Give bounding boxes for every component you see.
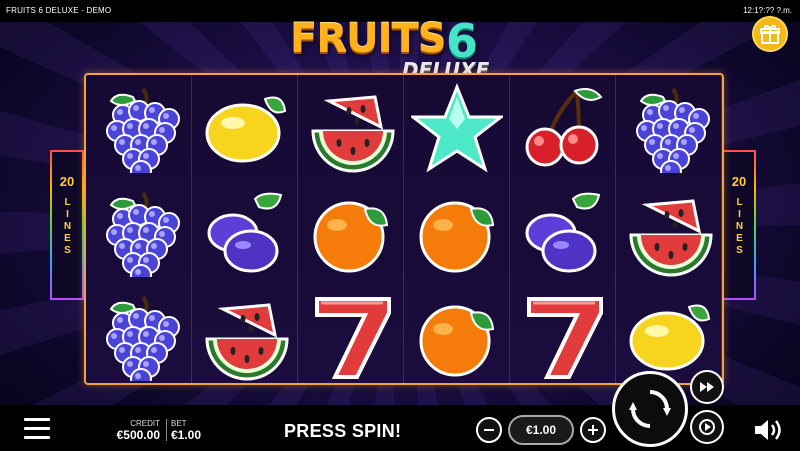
grapes-icon <box>106 87 180 173</box>
credit-display: CREDIT €500.00 <box>100 419 160 442</box>
reel-cell <box>298 75 404 179</box>
orange-icon <box>313 201 389 273</box>
minus-icon <box>484 429 494 431</box>
plus-icon <box>588 425 598 435</box>
reel-cell <box>192 75 298 179</box>
paylines-indicator-left: 20 LINES <box>50 150 84 300</box>
bet-selector[interactable]: €1.00 <box>508 415 574 445</box>
reel-4 <box>404 75 510 383</box>
window-title: FRUITS 6 DELUXE - DEMO <box>6 6 112 15</box>
bet-display: BET €1.00 <box>171 419 201 442</box>
spin-arrows-icon <box>629 390 671 428</box>
reel-3 <box>298 75 404 383</box>
hamburger-menu-icon[interactable] <box>24 418 50 442</box>
reel-cell <box>616 179 722 283</box>
bet-label: BET <box>171 419 187 428</box>
reel-cell <box>616 75 722 179</box>
reel-cell <box>298 283 404 387</box>
paylines-label: LINES <box>734 197 745 257</box>
fast-forward-button[interactable] <box>690 370 724 404</box>
reel-cell <box>510 283 616 387</box>
grapes-icon <box>106 295 180 381</box>
autoplay-icon <box>699 419 715 435</box>
reel-cell <box>86 179 192 283</box>
reel-1 <box>86 75 192 383</box>
speaker-icon[interactable] <box>752 417 786 443</box>
paylines-count: 20 <box>731 174 747 189</box>
bet-decrease-button[interactable] <box>476 417 502 443</box>
reel-cell <box>86 75 192 179</box>
star-icon <box>411 82 503 173</box>
grapes-icon <box>636 87 710 173</box>
bet-increase-button[interactable] <box>580 417 606 443</box>
orange-icon <box>419 201 495 273</box>
gift-glyph <box>760 25 780 44</box>
credit-label: CREDIT <box>130 419 160 428</box>
gift-icon[interactable] <box>752 16 788 52</box>
paylines-label: LINES <box>62 197 73 257</box>
fast-forward-icon <box>700 382 714 392</box>
credit-value: €500.00 <box>116 428 160 442</box>
menu-line <box>24 436 50 439</box>
menu-line <box>24 418 50 421</box>
reel-6 <box>616 75 722 383</box>
reel-cell <box>510 179 616 283</box>
menu-line <box>24 427 50 430</box>
seven-icon <box>527 297 603 379</box>
speaker-glyph <box>755 420 781 440</box>
lemon-icon <box>629 304 711 371</box>
status-message: PRESS SPIN! <box>284 421 402 441</box>
lemon-icon <box>205 96 287 163</box>
paylines-indicator-right: 20 LINES <box>722 150 756 300</box>
reel-5 <box>510 75 616 383</box>
watermelon-icon <box>205 303 289 381</box>
reel-cell <box>192 179 298 283</box>
game-logo: FRUITS 6 DELUXE <box>290 14 520 82</box>
reel-cell <box>298 179 404 283</box>
reel-cell <box>404 283 510 387</box>
bet-value: €1.00 <box>171 428 202 442</box>
autoplay-button[interactable] <box>690 410 724 444</box>
logo-word: FRUITS <box>290 16 447 62</box>
seven-icon <box>315 297 391 379</box>
plum-icon <box>207 192 283 273</box>
reel-grid <box>84 73 724 385</box>
orange-icon <box>419 305 495 377</box>
reel-2 <box>192 75 298 383</box>
divider <box>166 419 167 441</box>
plum-icon <box>525 192 601 273</box>
spin-button[interactable] <box>612 371 688 447</box>
cherries-icon <box>525 88 603 167</box>
grapes-icon <box>106 191 180 277</box>
reel-cell <box>404 75 510 179</box>
reel-cell <box>404 179 510 283</box>
watermelon-icon <box>629 199 713 277</box>
reel-cell <box>192 283 298 387</box>
reel-cell <box>86 283 192 387</box>
paylines-count: 20 <box>59 174 75 189</box>
watermelon-icon <box>311 95 395 173</box>
reel-cell <box>510 75 616 179</box>
